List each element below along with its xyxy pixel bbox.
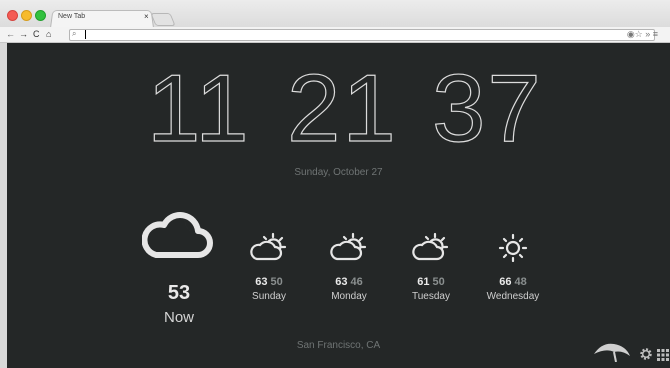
forecast-temps: 63 50 <box>229 276 309 288</box>
forecast-temps: 61 50 <box>391 276 471 288</box>
forecast-day-name: Wednesday <box>486 291 540 302</box>
omnibox-right-icons[interactable]: ◉☆ » ≡ <box>627 27 658 42</box>
new-tab-page: 11 21 37 Sunday, October 27 53 Now 63 50 S… <box>7 43 670 368</box>
clock-seconds: 37 <box>431 55 543 162</box>
clock-minutes: 21 <box>286 55 398 162</box>
tab-close-icon[interactable]: × <box>144 12 149 21</box>
reload-icon[interactable]: C <box>33 27 40 42</box>
clock-hours: 11 <box>146 55 251 162</box>
cloud-moon-icon <box>141 203 214 268</box>
current-temperature: 53 <box>167 282 191 304</box>
forecast-high: 61 <box>417 276 430 288</box>
forecast-temps: 63 46 <box>309 276 389 288</box>
apps-grid-icon[interactable] <box>657 348 669 366</box>
forecast-day-name: Sunday <box>252 291 286 302</box>
forecast-high: 63 <box>335 276 348 288</box>
current-label: Now <box>163 309 194 326</box>
forecast-day-name: Tuesday <box>412 291 450 302</box>
forecast-day-name: Monday <box>331 291 367 302</box>
forecast-low: 50 <box>270 276 283 288</box>
gear-icon[interactable] <box>639 347 653 366</box>
umbrella-icon[interactable] <box>592 340 632 367</box>
forecast-low: 50 <box>432 276 445 288</box>
search-icon: ⌕ <box>72 29 77 38</box>
partly-sunny-icon <box>329 232 369 267</box>
forecast-low: 46 <box>350 276 363 288</box>
forecast-day: 61 50 Tuesday <box>391 276 471 302</box>
forecast-day: 63 50 Sunday <box>229 276 309 302</box>
minimize-window-button[interactable] <box>21 10 32 21</box>
forecast-high: 66 <box>499 276 512 288</box>
home-icon[interactable]: ⌂ <box>46 27 51 42</box>
forecast-temps: 66 48 <box>473 276 553 288</box>
partly-sunny-icon <box>411 232 451 267</box>
forecast-day: 66 48 Wednesday <box>473 276 553 302</box>
forward-icon[interactable]: → <box>19 27 28 42</box>
forecast-high: 63 <box>255 276 268 288</box>
date-label: Sunday, October 27 <box>294 167 383 178</box>
omnibox-input[interactable] <box>69 29 655 41</box>
location-label: San Francisco, CA <box>296 340 381 351</box>
text-caret <box>85 30 86 39</box>
forecast-day: 63 46 Monday <box>309 276 389 302</box>
zoom-window-button[interactable] <box>35 10 46 21</box>
partly-sunny-icon <box>249 232 289 267</box>
back-icon[interactable]: ← <box>6 27 15 42</box>
forecast-low: 48 <box>514 276 527 288</box>
sunny-icon <box>493 232 533 267</box>
close-window-button[interactable] <box>7 10 18 21</box>
tab-title: New Tab <box>58 13 86 20</box>
